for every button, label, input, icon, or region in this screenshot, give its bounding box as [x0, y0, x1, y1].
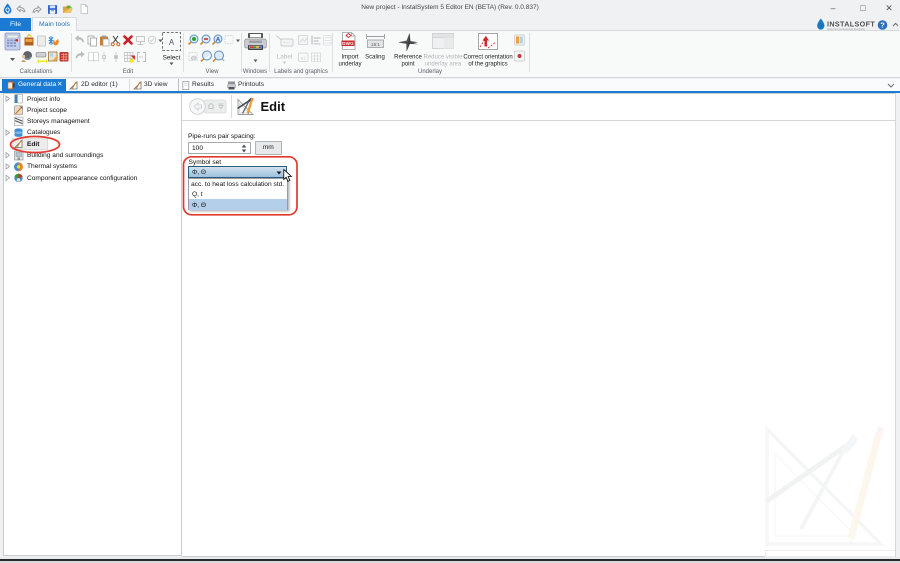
svg-text:Reference: Reference: [394, 55, 422, 61]
svg-text:Import: Import: [341, 55, 358, 61]
svg-text:underlay area: underlay area: [425, 62, 462, 68]
svg-text:Select: Select: [163, 55, 181, 62]
svg-text:Label: Label: [277, 54, 293, 61]
svg-text:point: point: [401, 62, 414, 68]
svg-text:Underlay: Underlay: [418, 69, 442, 75]
svg-text:Correct orientation: Correct orientation: [463, 55, 512, 61]
svg-text:underlay: underlay: [338, 62, 361, 68]
svg-text:a1: a1: [301, 56, 307, 61]
svg-text:15:1: 15:1: [371, 42, 380, 47]
svg-text:A: A: [169, 38, 175, 47]
svg-text:DWG: DWG: [342, 41, 354, 46]
svg-text:Reduce visible: Reduce visible: [423, 55, 463, 61]
svg-text:?: ?: [880, 21, 885, 30]
svg-text:Labels and graphics: Labels and graphics: [274, 69, 328, 75]
svg-text:of the graphics: of the graphics: [468, 62, 507, 68]
svg-text:View: View: [206, 69, 220, 75]
svg-text:Edit: Edit: [123, 69, 134, 75]
svg-text:A: A: [216, 37, 221, 44]
svg-text:Scaling: Scaling: [365, 55, 385, 61]
svg-text:Calculations: Calculations: [20, 69, 53, 75]
svg-text:Windows: Windows: [243, 69, 267, 75]
